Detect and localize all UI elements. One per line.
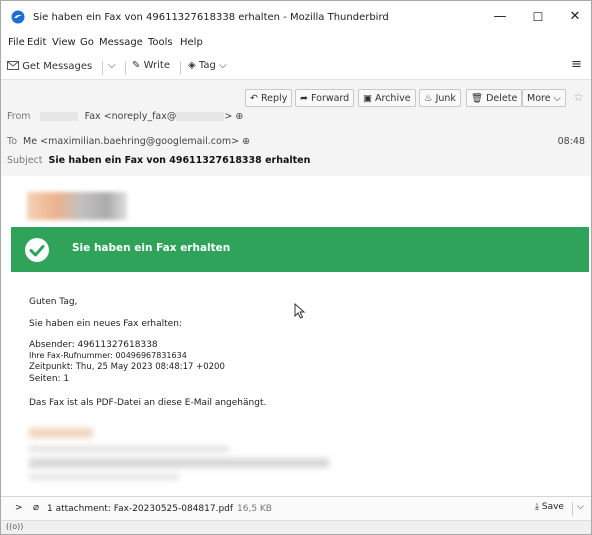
- get-messages-button[interactable]: Get Messages: [7, 60, 92, 72]
- thunderbird-logo-icon: [11, 10, 25, 24]
- greeting: Guten Tag,: [29, 297, 78, 307]
- to-row: To Me <maximilian.baehring@googlemail.co…: [7, 136, 585, 147]
- checkmark-icon: [25, 238, 49, 262]
- minimize-button[interactable]: —: [486, 6, 514, 28]
- download-icon: ⤓: [535, 502, 539, 512]
- menu-tools[interactable]: Tools: [148, 37, 173, 48]
- save-dropdown-chevron-icon[interactable]: ⌵: [577, 502, 584, 512]
- menu-help[interactable]: Help: [180, 37, 203, 48]
- status-bar: ((o)): [1, 520, 591, 534]
- intro-line: Sie haben ein neues Fax erhalten:: [29, 319, 182, 329]
- chevron-down-icon: ⌵: [553, 93, 561, 104]
- star-icon[interactable]: ☆: [573, 90, 584, 104]
- to-value[interactable]: Me <maximilian.baehring@googlemail.com>: [23, 136, 239, 147]
- message-header: ↶ Reply ➦ Forward ▣ Archive ♨ Junk 🗑 Del…: [1, 79, 591, 177]
- redacted-sender-logo: [27, 192, 127, 220]
- from-label: From: [7, 111, 31, 122]
- menu-go[interactable]: Go: [80, 37, 94, 48]
- fax-number-line: Ihre Fax-Rufnummer: 00496967831634: [29, 351, 187, 360]
- archive-label: Archive: [375, 93, 411, 104]
- fax-banner: Sie haben ein Fax erhalten: [11, 227, 589, 272]
- forward-button[interactable]: ➦ Forward: [295, 89, 355, 107]
- attachment-label[interactable]: 1 attachment: Fax-20230525-084817.pdf: [47, 504, 233, 514]
- junk-icon: ♨: [424, 93, 433, 104]
- redacted-domain: [176, 112, 225, 121]
- archive-button[interactable]: ▣ Archive: [358, 89, 416, 107]
- menu-bar: File Edit View Go Message Tools Help: [1, 34, 591, 54]
- close-button[interactable]: ✕: [561, 6, 589, 28]
- get-messages-dropdown[interactable]: ⌵: [108, 60, 116, 71]
- reply-button[interactable]: ↶ Reply: [245, 89, 293, 107]
- contact-icon[interactable]: ⊕: [235, 111, 243, 122]
- contact-icon[interactable]: ⊕: [242, 136, 250, 147]
- archive-icon: ▣: [363, 93, 372, 104]
- message-body: Sie haben ein Fax erhalten Guten Tag, Si…: [1, 176, 591, 496]
- banner-text: Sie haben ein Fax erhalten: [72, 242, 231, 254]
- to-label: To: [7, 136, 18, 147]
- toolbar-divider: [102, 61, 103, 75]
- from-name[interactable]: Fax: [85, 111, 101, 122]
- reply-label: Reply: [261, 93, 288, 104]
- junk-button[interactable]: ♨ Junk: [419, 89, 461, 107]
- pages-line: Seiten: 1: [29, 374, 70, 384]
- tag-icon: ◈: [188, 60, 196, 71]
- chevron-down-icon: ⌵: [108, 60, 116, 71]
- from-row: From Fax <noreply_fax@ > ⊕: [7, 111, 243, 122]
- maximize-button[interactable]: ☐: [524, 6, 552, 28]
- app-menu-button[interactable]: ≡: [571, 57, 582, 72]
- toolbar-divider: [125, 61, 126, 75]
- tag-label: Tag: [198, 60, 216, 71]
- sender-line: Absender: 49611327618338: [29, 340, 158, 350]
- redacted-signature-logo: [29, 428, 93, 438]
- trash-icon: 🗑: [471, 93, 484, 104]
- expand-chevron-icon[interactable]: >: [15, 503, 23, 513]
- more-button[interactable]: More ⌵: [522, 89, 566, 107]
- chevron-down-icon: ⌵: [219, 60, 227, 71]
- write-label: Write: [143, 60, 170, 71]
- save-attachment-button[interactable]: ⤓ Save: [535, 502, 564, 512]
- toolbar-divider: [180, 61, 181, 75]
- junk-label: Junk: [435, 93, 456, 104]
- forward-icon: ➦: [300, 93, 308, 104]
- attachment-size: 16,5 KB: [237, 504, 272, 514]
- menu-edit[interactable]: Edit: [27, 37, 46, 48]
- timestamp-line: Zeitpunkt: Thu, 25 May 2023 08:48:17 +02…: [29, 362, 225, 372]
- save-label: Save: [541, 502, 564, 512]
- more-label: More: [527, 93, 551, 104]
- toolbar-divider: [572, 502, 573, 516]
- menu-file[interactable]: File: [8, 37, 25, 48]
- window-title: Sie haben ein Fax von 49611327618338 erh…: [33, 12, 389, 23]
- subject-label: Subject: [7, 155, 43, 166]
- delete-button[interactable]: 🗑 Delete: [466, 89, 523, 107]
- menu-message[interactable]: Message: [99, 37, 143, 48]
- tag-button[interactable]: ◈ Tag ⌵: [188, 60, 227, 71]
- reply-icon: ↶: [250, 93, 258, 104]
- menu-view[interactable]: View: [52, 37, 76, 48]
- attachment-bar: > ⌀ 1 attachment: Fax-20230525-084817.pd…: [1, 496, 591, 521]
- from-address-end[interactable]: >: [224, 111, 232, 122]
- write-button[interactable]: ✎ Write: [132, 60, 170, 71]
- thunderbird-window: Sie haben ein Fax von 49611327618338 erh…: [0, 0, 592, 535]
- redacted-sender-name: [39, 112, 78, 121]
- title-bar: Sie haben ein Fax von 49611327618338 erh…: [1, 1, 591, 33]
- paperclip-icon: ⌀: [33, 502, 40, 513]
- message-time: 08:48: [557, 136, 585, 147]
- download-mail-icon: [7, 61, 19, 70]
- redacted-text-block: [29, 446, 229, 452]
- redacted-text-block: [29, 474, 179, 480]
- pencil-icon: ✎: [132, 60, 141, 71]
- attachment-note: Das Fax ist als PDF-Datei an diese E-Mai…: [29, 398, 267, 408]
- subject-text: Sie haben ein Fax von 49611327618338 erh…: [48, 155, 311, 166]
- activity-icon: ((o)): [6, 522, 24, 531]
- forward-label: Forward: [311, 93, 350, 104]
- get-messages-label: Get Messages: [22, 61, 93, 72]
- from-address-start[interactable]: <noreply_fax@: [104, 111, 177, 122]
- mouse-cursor-icon: [294, 303, 306, 319]
- subject-row: Subject Sie haben ein Fax von 4961132761…: [7, 155, 310, 166]
- main-toolbar: Get Messages ⌵ ✎ Write ◈ Tag ⌵ ≡: [1, 56, 591, 78]
- redacted-text-block: [29, 458, 329, 468]
- delete-label: Delete: [486, 93, 518, 104]
